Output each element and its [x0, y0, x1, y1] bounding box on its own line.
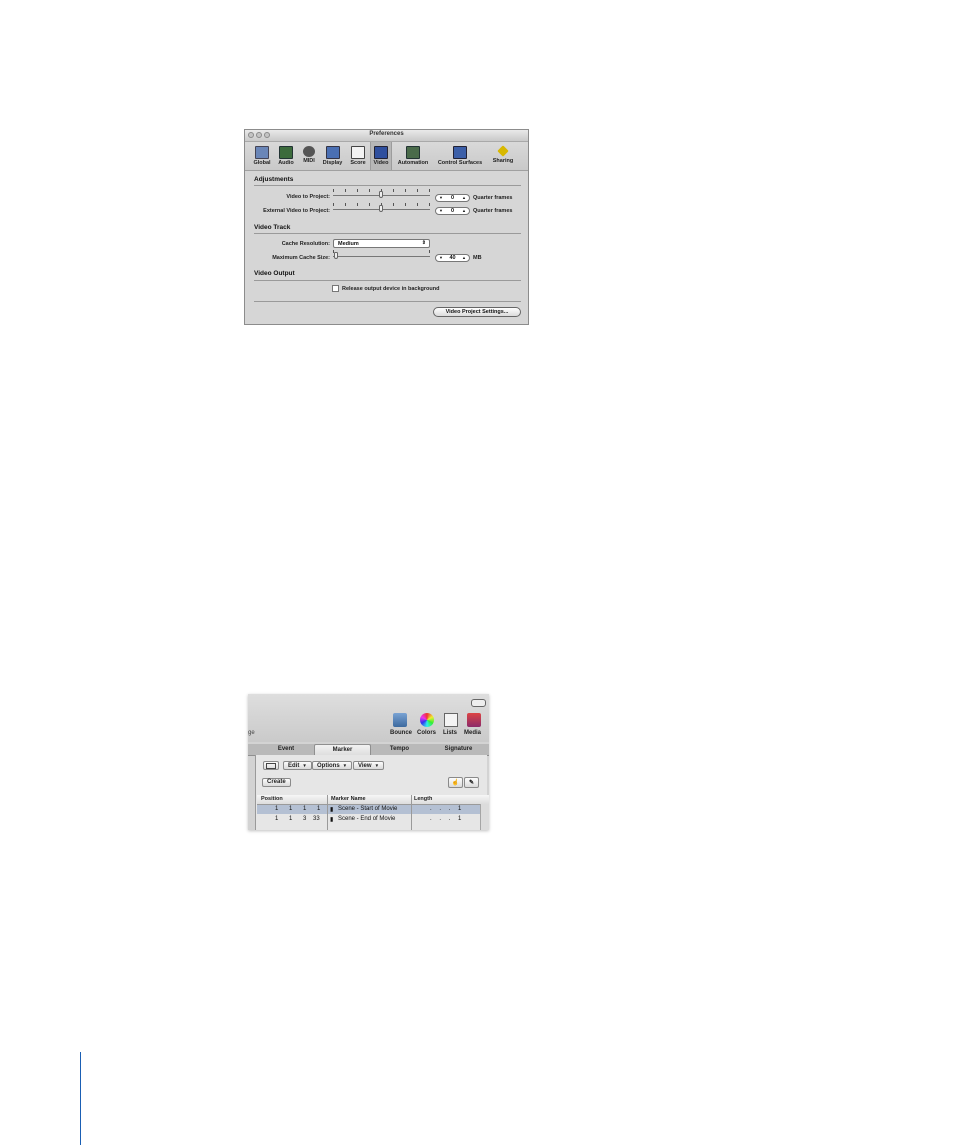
window-title: Preferences: [369, 131, 404, 137]
marker-table-header: Position Marker Name Length: [257, 795, 489, 805]
slider-thumb[interactable]: [334, 252, 338, 259]
divider: [254, 280, 521, 281]
tab-tempo[interactable]: Tempo: [371, 744, 428, 755]
dropdown-caret-icon: ▼: [302, 763, 307, 768]
audio-icon: [279, 146, 293, 159]
divider: [254, 301, 521, 302]
automation-icon: [406, 146, 420, 159]
increment-icon[interactable]: ▲: [462, 195, 466, 200]
create-button[interactable]: Create: [262, 778, 291, 787]
increment-icon[interactable]: ▲: [462, 255, 466, 260]
sharing-icon: [497, 145, 509, 157]
unit-label: MB: [473, 255, 482, 261]
divider: [254, 185, 521, 186]
toolbar-audio[interactable]: Audio: [275, 142, 297, 170]
film-icon: ▮: [330, 807, 334, 813]
video-project-settings-button[interactable]: Video Project Settings...: [433, 307, 521, 317]
marker-list-window: ge Bounce Colors Lists Media Event Marke…: [248, 694, 489, 830]
toolbar-global[interactable]: Global: [251, 142, 273, 170]
external-video-to-project-slider[interactable]: [333, 203, 430, 213]
video-track-heading: Video Track: [254, 224, 291, 231]
divider: [254, 233, 521, 234]
bounce-icon[interactable]: [393, 713, 407, 727]
options-menu[interactable]: Options ▼: [312, 761, 353, 770]
table-row[interactable]: 1 1 3 33 ▮ Scene - End of Movie . . . 1: [257, 815, 480, 824]
pointer-tool-icon: ☝: [451, 780, 460, 786]
film-icon: ▮: [330, 817, 334, 823]
arrange-toolbar: ge Bounce Colors Lists Media: [248, 694, 489, 742]
video-icon: [374, 146, 388, 159]
slider-thumb[interactable]: [379, 205, 383, 212]
cache-resolution-popup[interactable]: Medium ⇕: [333, 239, 430, 248]
pencil-tool-icon: ✎: [468, 780, 475, 786]
column-position[interactable]: Position: [261, 796, 283, 802]
truncated-label: ge: [248, 730, 255, 736]
cache-resolution-label: Cache Resolution:: [281, 241, 330, 247]
adjustments-heading: Adjustments: [254, 176, 294, 183]
external-video-to-project-label: External Video to Project:: [263, 208, 330, 214]
midi-icon: [303, 146, 315, 157]
column-length[interactable]: Length: [414, 796, 432, 802]
toolbar-bounce-label: Bounce: [390, 730, 413, 736]
title-bar: Preferences: [245, 130, 528, 142]
dropdown-caret-icon: ▼: [374, 763, 380, 768]
unit-label: Quarter frames: [473, 208, 513, 214]
column-divider: [411, 795, 412, 830]
toolbar-video[interactable]: Video: [370, 142, 392, 170]
video-to-project-label: Video to Project:: [286, 194, 330, 200]
tab-event[interactable]: Event: [258, 744, 314, 755]
control-surfaces-icon: [453, 146, 467, 159]
global-icon: [255, 146, 269, 159]
page-margin-rule: [80, 1052, 81, 1145]
toolbar-media-label: Media: [464, 730, 482, 736]
release-output-label: Release output device in background: [342, 286, 440, 292]
link-icon: [266, 763, 276, 769]
colors-icon[interactable]: [420, 713, 434, 727]
tab-signature[interactable]: Signature: [428, 744, 489, 755]
maximum-cache-size-label: Maximum Cache Size:: [272, 255, 330, 261]
toolbar-score[interactable]: Score: [347, 142, 369, 170]
preferences-toolbar: Global Audio MIDI Display Score Video Au…: [245, 142, 528, 171]
toolbar-toggle-button[interactable]: [471, 699, 486, 707]
release-output-checkbox[interactable]: [332, 285, 339, 292]
link-button[interactable]: [263, 761, 279, 770]
external-video-to-project-stepper[interactable]: ▼ 0 ▲: [435, 207, 470, 215]
score-icon: [351, 146, 365, 159]
slider-thumb[interactable]: [379, 191, 383, 198]
increment-icon[interactable]: ▲: [462, 208, 466, 213]
dropdown-caret-icon: ▼: [342, 763, 348, 768]
maximum-cache-size-stepper[interactable]: ▼ 40 ▲: [435, 254, 470, 262]
toolbar-lists-label: Lists: [443, 730, 458, 736]
maximum-cache-size-slider[interactable]: [333, 250, 430, 260]
preferences-window: Preferences Global Audio MIDI Display Sc…: [244, 129, 529, 325]
vertical-scrollbar[interactable]: [480, 804, 489, 830]
video-to-project-stepper[interactable]: ▼ 0 ▲: [435, 194, 470, 202]
tab-marker[interactable]: Marker: [314, 744, 371, 755]
edit-menu[interactable]: Edit ▼: [283, 761, 312, 770]
table-row[interactable]: 1 1 1 1 ▮ Scene - Start of Movie . . . 1: [257, 805, 480, 814]
column-marker-name[interactable]: Marker Name: [331, 796, 366, 802]
video-output-heading: Video Output: [254, 270, 295, 277]
pointer-tool-button[interactable]: ☝: [448, 777, 463, 788]
toolbar-midi[interactable]: MIDI: [299, 142, 319, 170]
view-menu[interactable]: View ▼: [353, 761, 385, 770]
toolbar-automation[interactable]: Automation: [394, 142, 432, 170]
pencil-tool-button[interactable]: ✎: [464, 777, 479, 788]
unit-label: Quarter frames: [473, 195, 513, 201]
toolbar-control-surfaces[interactable]: Control Surfaces: [434, 142, 486, 170]
toolbar-colors-label: Colors: [417, 730, 437, 736]
toolbar-display[interactable]: Display: [320, 142, 345, 170]
lists-icon[interactable]: [444, 713, 458, 727]
video-to-project-slider[interactable]: [333, 189, 430, 199]
column-divider: [327, 795, 328, 830]
media-icon[interactable]: [467, 713, 481, 727]
toolbar-sharing[interactable]: Sharing: [488, 142, 518, 170]
popup-arrows-icon: ⇕: [421, 240, 426, 246]
display-icon: [325, 146, 340, 159]
